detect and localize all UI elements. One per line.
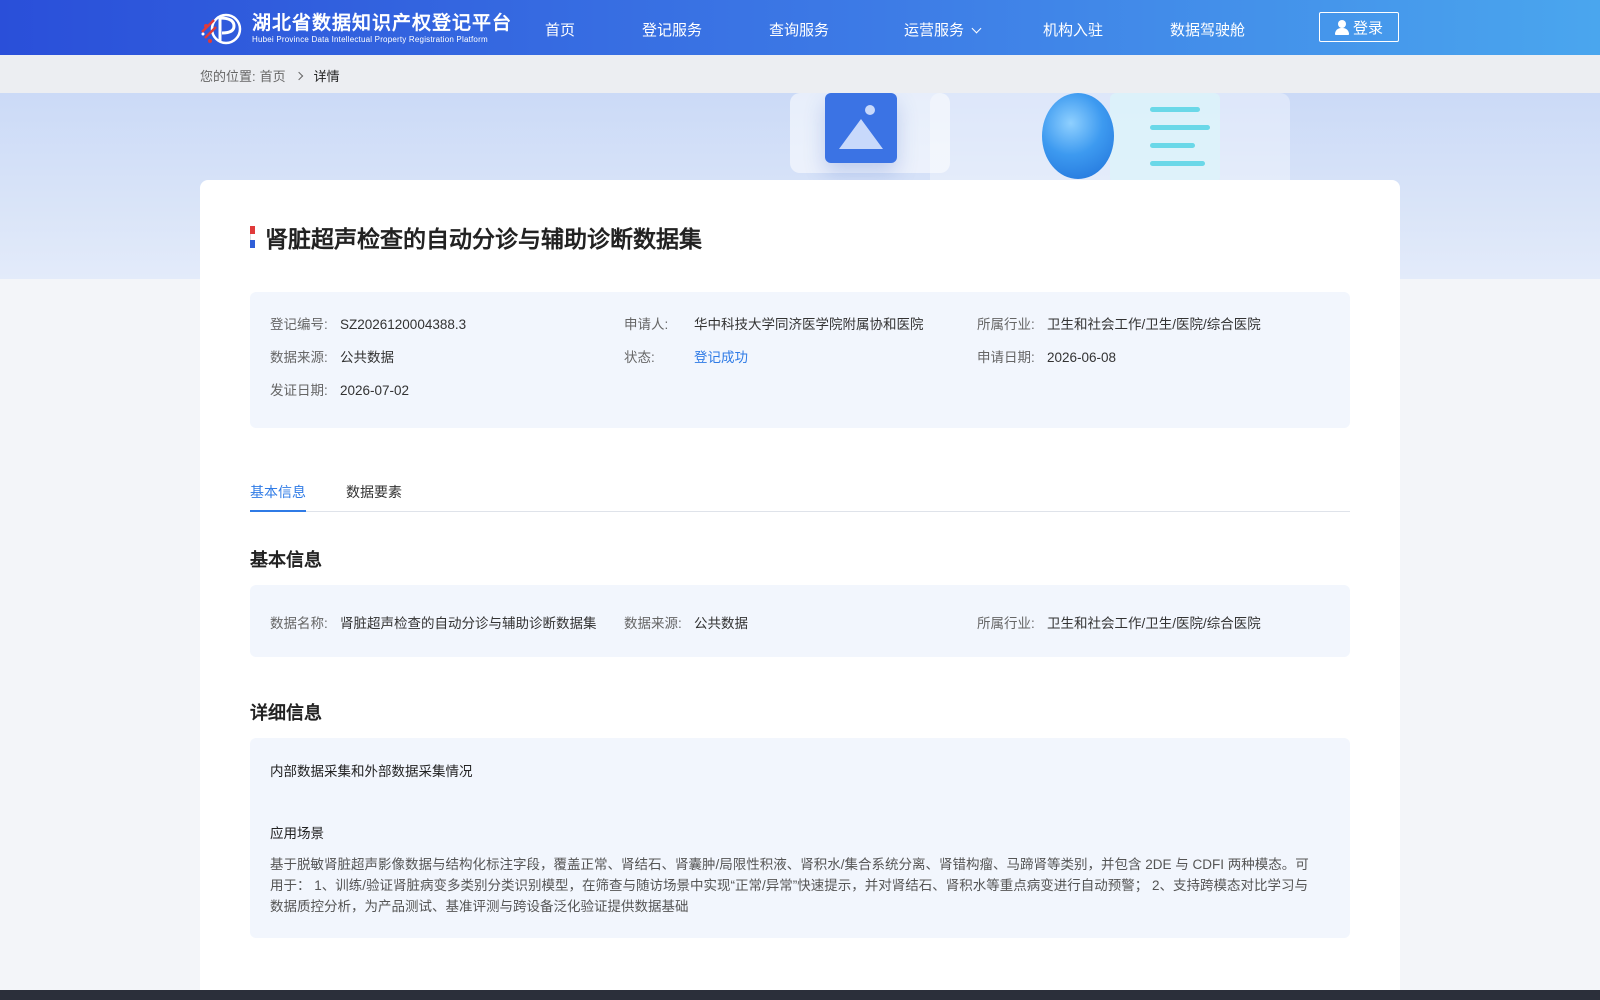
scenario-description: 基于脱敏肾脏超声影像数据与结构化标注字段，覆盖正常、肾结石、肾囊肿/局限性积液、…: [270, 857, 1309, 914]
basic-data-source: 数据来源: 公共数据: [624, 616, 748, 631]
meta-apply-date: 申请日期: 2026-06-08: [977, 350, 1117, 365]
meta-status: 状态: 登记成功: [624, 350, 748, 365]
breadcrumb: 您的位置: 首页 详情: [200, 66, 340, 85]
detail-tabs: 基本信息 数据要素: [250, 470, 1350, 512]
meta-info-panel: 登记编号: SZ2026120004388.3 申请人: 华中科技大学同济医学院附属…: [250, 292, 1350, 428]
basic-industry: 所属行业: 卫生和社会工作/卫生/医院/综合医院: [977, 616, 1261, 631]
nav-cockpit[interactable]: 数据驾驶舱: [1170, 19, 1245, 40]
tab-basic-info[interactable]: 基本信息: [250, 482, 306, 502]
breadcrumb-bar: 您的位置: 首页 详情: [0, 55, 1600, 93]
meta-source: 数据来源: 公共数据: [270, 350, 394, 365]
breadcrumb-prefix: 您的位置:: [200, 69, 256, 84]
nav-operations[interactable]: 运营服务: [904, 19, 982, 40]
sphere-decoration-icon: [1042, 93, 1114, 179]
meta-issue-date: 发证日期: 2026-07-02: [270, 383, 410, 398]
user-icon: [1334, 19, 1349, 35]
login-label: 登录: [1352, 19, 1383, 37]
nav-registration[interactable]: 登记服务: [642, 19, 702, 40]
basic-data-name: 数据名称: 肾脏超声检查的自动分诊与辅助诊断数据集: [270, 616, 597, 631]
logo-subtitle: Hubei Province Data Intellectual Propert…: [252, 35, 488, 44]
login-button[interactable]: 登录: [1319, 12, 1399, 42]
status-badge: 登记成功: [694, 350, 748, 365]
basic-info-heading: 基本信息: [250, 550, 322, 570]
top-header: 湖北省数据知识产权登记平台 Hubei Province Data Intell…: [0, 0, 1600, 55]
site-logo[interactable]: 湖北省数据知识产权登记平台 Hubei Province Data Intell…: [200, 12, 512, 46]
nav-institutions[interactable]: 机构入驻: [1043, 19, 1103, 40]
detail-info-panel: 内部数据采集和外部数据采集情况 应用场景 基于脱敏肾脏超声影像数据与结构化标注字…: [250, 738, 1350, 938]
meta-industry: 所属行业: 卫生和社会工作/卫生/医院/综合医院: [977, 317, 1261, 332]
active-tab-indicator: [250, 510, 306, 512]
breadcrumb-home-link[interactable]: 首页: [260, 66, 286, 85]
collection-subheading: 内部数据采集和外部数据采集情况: [270, 764, 473, 779]
logo-emblem-icon: [200, 12, 246, 46]
chevron-down-icon: [971, 23, 982, 34]
chevron-right-icon: [294, 71, 303, 80]
scenario-subheading: 应用场景: [270, 826, 324, 841]
logo-title: 湖北省数据知识产权登记平台: [252, 13, 513, 34]
tab-data-elements[interactable]: 数据要素: [346, 482, 402, 502]
nav-query[interactable]: 查询服务: [769, 19, 829, 40]
image-icon: [825, 93, 897, 163]
title-accent-icon: [250, 226, 255, 248]
nav-operations-label: 运营服务: [904, 22, 965, 39]
document-icon: [1110, 93, 1220, 183]
nav-home[interactable]: 首页: [545, 19, 575, 40]
page-footer: [0, 990, 1600, 1000]
meta-reg-no: 登记编号: SZ2026120004388.3: [270, 317, 467, 332]
breadcrumb-current: 详情: [313, 69, 340, 84]
page-title: 肾脏超声检查的自动分诊与辅助诊断数据集: [265, 226, 702, 252]
detail-card: 肾脏超声检查的自动分诊与辅助诊断数据集 登记编号: SZ2026120004388…: [200, 180, 1400, 1000]
detail-title-row: 肾脏超声检查的自动分诊与辅助诊断数据集: [250, 220, 702, 254]
meta-applicant: 申请人: 华中科技大学同济医学院附属协和医院: [624, 317, 924, 332]
basic-info-panel: 数据名称: 肾脏超声检查的自动分诊与辅助诊断数据集 数据来源: 公共数据 所属行业:…: [250, 585, 1350, 657]
detail-info-heading: 详细信息: [250, 703, 322, 723]
